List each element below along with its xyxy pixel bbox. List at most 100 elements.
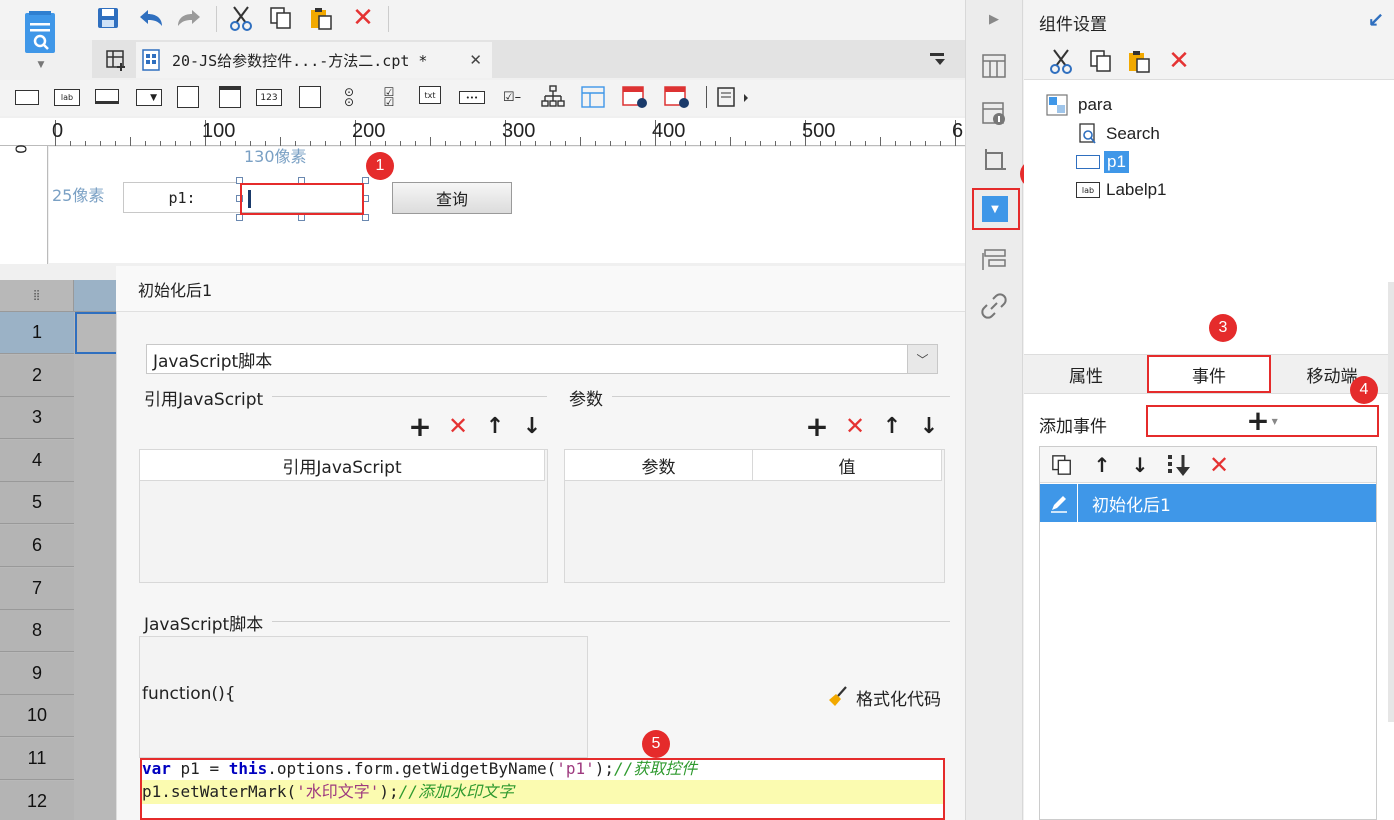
row-number[interactable]: 11 [0, 738, 74, 780]
copy-icon[interactable] [266, 4, 296, 32]
add-param-icon[interactable]: + [803, 410, 831, 443]
save-icon[interactable] [94, 4, 122, 32]
row-number[interactable]: 5 [0, 482, 74, 525]
collapse-arrow-icon[interactable]: ▶ [980, 8, 1008, 30]
pencil-icon [1040, 484, 1078, 522]
redo-icon[interactable] [174, 4, 206, 32]
tree-item-search-label: Search [1106, 124, 1160, 143]
move-down-ref-js-icon[interactable]: ↓ [519, 412, 545, 440]
move-up-ref-js-icon[interactable]: ↑ [482, 412, 508, 440]
settings-cut-icon[interactable] [1046, 46, 1076, 76]
logo-menu-chevron-icon[interactable]: ▼ [34, 60, 48, 70]
right-scrollbar[interactable] [1388, 282, 1394, 722]
row-number[interactable]: 6 [0, 525, 74, 567]
tab-list-menu-icon[interactable] [926, 48, 952, 72]
row-number[interactable]: 8 [0, 610, 74, 653]
tab-properties[interactable]: 属性 [1024, 356, 1148, 392]
row-number[interactable]: 1 [0, 312, 74, 354]
selection-handle[interactable] [362, 214, 369, 221]
link-icon[interactable] [978, 290, 1010, 322]
chevron-down-icon[interactable]: ﹀ [907, 345, 937, 373]
format-code-button[interactable]: 格式化代码 [826, 684, 941, 710]
pin-arrow-icon[interactable]: ↙ [1364, 8, 1388, 32]
delete-icon[interactable]: ✕ [348, 3, 378, 33]
ruler-tick [880, 137, 881, 146]
move-down-param-icon[interactable]: ↓ [916, 412, 942, 440]
text-widget-icon[interactable]: txt [419, 86, 441, 104]
ruler-label: 0 [52, 120, 64, 142]
selected-cell[interactable] [75, 312, 120, 354]
delete-ref-js-icon[interactable]: ✕ [444, 412, 472, 440]
new-report-icon[interactable] [102, 46, 130, 74]
tab-close-icon[interactable]: ✕ [469, 51, 482, 69]
row-number[interactable]: 9 [0, 652, 74, 695]
row-number[interactable]: 10 [0, 695, 74, 738]
combobox-widget-icon[interactable]: ▼ [136, 89, 162, 106]
tree-item-labelp1[interactable]: lab Labelp1 [1076, 180, 1167, 200]
add-ref-js-icon[interactable]: + [406, 410, 434, 443]
param-column-header[interactable]: 参数 [564, 449, 753, 481]
settings-copy-icon[interactable] [1086, 46, 1116, 76]
textfield-widget-icon[interactable] [95, 89, 119, 104]
event-editor-title-bar [116, 266, 968, 312]
row-number[interactable]: 3 [0, 397, 74, 440]
layout-icon[interactable] [978, 50, 1010, 82]
logo-icon[interactable] [22, 8, 60, 56]
multiline-widget-icon[interactable] [299, 86, 321, 108]
settings-paste-icon[interactable] [1124, 46, 1154, 76]
size-frame-icon[interactable] [978, 145, 1010, 177]
table-tree-widget-icon[interactable] [580, 84, 606, 110]
selection-handle[interactable] [298, 214, 305, 221]
event-move-down-icon[interactable]: ↓ [1127, 451, 1153, 479]
sheet-corner[interactable]: ⣿ [0, 280, 74, 312]
move-up-param-icon[interactable]: ↑ [879, 412, 905, 440]
settings-delete-icon[interactable]: ✕ [1164, 46, 1194, 76]
tree-root-para[interactable]: para [1046, 94, 1112, 116]
event-sort-icon[interactable] [1164, 451, 1194, 479]
cut-icon[interactable] [226, 4, 256, 32]
tree-widget-icon[interactable] [540, 84, 566, 110]
ruler-tick [100, 141, 101, 146]
row-number[interactable]: 2 [0, 354, 74, 397]
value-column-header[interactable]: 值 [752, 449, 942, 481]
more-widgets-icon[interactable] [714, 84, 754, 110]
row-number[interactable]: 7 [0, 567, 74, 610]
event-list-item-selected[interactable]: 初始化后1 [1040, 484, 1376, 522]
tree-item-p1[interactable]: p1 [1076, 151, 1129, 173]
radio-group-widget-icon[interactable]: ⊙ ⊙ [336, 84, 362, 110]
event-delete-icon[interactable]: ✕ [1205, 451, 1233, 479]
toolbar-divider [216, 6, 217, 32]
date-range-widget-icon[interactable] [620, 82, 650, 110]
report-file-icon [142, 49, 164, 71]
horizontal-ruler: 0 100 200 300 400 500 6 [0, 118, 965, 146]
date-widget-icon[interactable] [219, 86, 241, 108]
event-move-up-icon[interactable]: ↑ [1089, 451, 1115, 479]
ref-js-column-header[interactable]: 引用JavaScript [139, 449, 545, 481]
script-type-select[interactable]: JavaScript脚本 ﹀ [146, 344, 938, 374]
checkbox-widget-icon[interactable]: ☑– [498, 86, 526, 108]
form-info-icon[interactable] [978, 98, 1010, 130]
ref-js-section-title: 引用JavaScript [144, 390, 264, 410]
row-number[interactable]: 12 [0, 780, 74, 820]
label-widget-icon[interactable] [15, 90, 39, 105]
row-number[interactable]: 4 [0, 439, 74, 482]
widget-list-icon[interactable] [978, 243, 1010, 275]
tree-item-search[interactable]: Search [1078, 123, 1160, 145]
selection-handle[interactable] [236, 214, 243, 221]
ruler-tick [460, 141, 461, 146]
checkbox-group-widget-icon[interactable]: ☑ ☑ [376, 84, 402, 110]
undo-icon[interactable] [134, 4, 166, 32]
datetime-widget-icon[interactable] [662, 82, 692, 110]
query-button[interactable]: 查询 [392, 182, 512, 214]
tab-active[interactable]: 20-JS给参数控件...-方法二.cpt * ✕ [136, 42, 492, 78]
label-text-widget-icon[interactable]: lab [54, 89, 80, 106]
textarea-widget-icon[interactable] [177, 86, 199, 108]
paste-icon[interactable] [306, 4, 336, 32]
delete-param-icon[interactable]: ✕ [841, 412, 869, 440]
password-widget-icon[interactable]: ••• [459, 91, 485, 104]
sheet-column-header[interactable] [74, 280, 120, 312]
label-p1[interactable]: p1: [123, 182, 241, 213]
number-widget-icon[interactable]: 123 [256, 89, 282, 106]
ruler-tick [730, 137, 731, 146]
event-copy-icon[interactable] [1048, 451, 1076, 479]
